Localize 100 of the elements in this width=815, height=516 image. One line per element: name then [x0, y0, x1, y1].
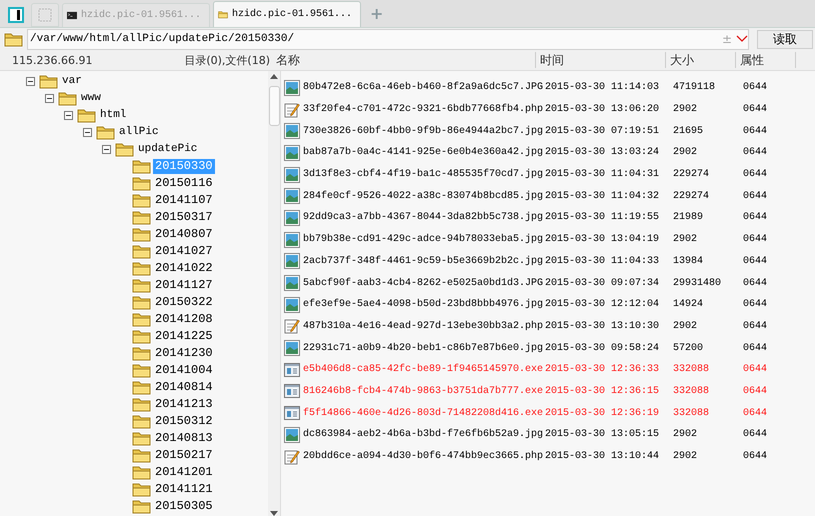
folder-name[interactable]: 20141107: [153, 193, 215, 208]
folder-icon: [96, 125, 115, 140]
folder-name[interactable]: 20141027: [153, 244, 215, 259]
folder-name[interactable]: 20150322: [153, 295, 215, 310]
folder-icon: [132, 346, 151, 361]
folder-icon: [58, 91, 77, 106]
file-time: 2015-03-30 09:07:34: [544, 278, 660, 289]
folder-name[interactable]: 20150116: [153, 176, 215, 191]
file-time: 2015-03-30 12:36:15: [544, 386, 660, 397]
file-attributes: 0644: [743, 147, 768, 158]
folder-name[interactable]: 20140807: [153, 227, 215, 242]
folder-name[interactable]: 20141127: [153, 278, 215, 293]
image-file-icon: [284, 426, 300, 443]
file-attributes: 0644: [743, 190, 768, 202]
folder-name[interactable]: 20140814: [153, 380, 215, 395]
folder-name[interactable]: html: [98, 108, 128, 123]
file-time: 2015-03-30 13:03:24: [544, 147, 660, 158]
column-header[interactable]: 属性: [736, 52, 796, 68]
folder-name[interactable]: 20141213: [153, 397, 215, 412]
file-name[interactable]: efe3ef9e-5ae4-4098-b50d-23bd8bbb4976.jpg: [303, 299, 543, 310]
file-name[interactable]: 5abcf90f-aab3-4cb4-8262-e5025a0bd1d3.JPG: [303, 278, 543, 289]
collapse-icon[interactable]: [64, 111, 73, 120]
column-header[interactable]: 大小: [666, 52, 736, 68]
folder-icon: [132, 159, 151, 174]
folder-name[interactable]: 20141201: [153, 465, 215, 480]
file-name[interactable]: 80b472e8-6c6a-46eb-b460-8f2a9a6dc5c7.JPG: [303, 82, 543, 94]
image-file-icon: [284, 123, 300, 140]
path-field[interactable]: /var/www/html/allPic/updatePic/20150330/ ±: [27, 28, 749, 50]
collapse-icon[interactable]: [26, 77, 35, 86]
host-address: 115.236.66.91: [11, 54, 94, 66]
scrollbar-thumb[interactable]: [269, 86, 280, 126]
terminal-icon: [67, 9, 77, 22]
tab[interactable]: hzidc.pic-01.9561...: [213, 1, 361, 27]
folder-name[interactable]: 20140813: [153, 431, 215, 446]
folder-name[interactable]: 20141230: [153, 346, 215, 361]
program-window-icon: [284, 383, 300, 400]
folder-name[interactable]: allPic: [117, 125, 161, 140]
file-time: 2015-03-30 12:36:19: [544, 408, 660, 419]
file-name[interactable]: 487b310a-4e16-4ead-927d-13ebe30bb3a2.php: [303, 320, 543, 332]
file-time: 2015-03-30 11:04:33: [544, 256, 660, 267]
file-attributes: 0644: [743, 342, 768, 354]
file-name[interactable]: f5f14866-460e-4d26-803d-71482208d416.exe: [303, 408, 543, 419]
file-attributes: 0644: [743, 169, 768, 180]
file-attributes: 0644: [743, 408, 768, 419]
file-name[interactable]: bab87a7b-0a4c-4141-925e-6e0b4e360a42.jpg: [303, 147, 543, 158]
read-button[interactable]: 读取: [757, 30, 813, 48]
image-file-icon: [284, 296, 300, 313]
folder-name[interactable]: 20141225: [153, 329, 215, 344]
image-file-icon: [284, 80, 300, 96]
file-name[interactable]: 730e3826-60bf-4bb0-9f9b-86e4944a2bc7.jpg: [303, 126, 543, 137]
file-name[interactable]: 3d13f8e3-cbf4-4f19-ba1c-485535f70cd7.jpg: [303, 169, 543, 180]
file-name[interactable]: bb79b38e-cd91-429c-adce-94b78033eba5.jpg: [303, 234, 543, 246]
image-file-icon: [284, 340, 300, 356]
file-name[interactable]: 22931c71-a0b9-4b20-beb1-c86b7e87b6e0.jpg: [303, 342, 543, 354]
notepad-pencil-icon: [284, 318, 300, 334]
down-arrow-icon[interactable]: [270, 511, 278, 516]
image-file-icon: [284, 166, 300, 183]
folder-name[interactable]: 20141121: [153, 482, 215, 497]
file-name[interactable]: 20bdd6ce-a094-4d30-b0f6-474bb9ec3665.php: [303, 451, 543, 462]
file-size: 229274: [673, 190, 710, 202]
image-file-icon: [284, 253, 300, 270]
folder-name[interactable]: 20141208: [153, 312, 215, 327]
collapse-icon[interactable]: [83, 128, 92, 137]
up-arrow-icon[interactable]: [270, 74, 278, 79]
folder-name[interactable]: www: [79, 91, 103, 106]
file-name[interactable]: 92dd9ca3-a7bb-4367-8044-3da82bb5c738.jpg: [303, 212, 543, 224]
folder-name[interactable]: 20141022: [153, 261, 215, 276]
folder-name[interactable]: 20150312: [153, 414, 215, 429]
folder-name[interactable]: var: [60, 74, 84, 89]
file-size: 2902: [673, 104, 698, 116]
folder-icon: [132, 227, 151, 242]
folder-name[interactable]: 20150317: [153, 210, 215, 225]
file-size: 2902: [673, 147, 698, 158]
folder-name[interactable]: 20141004: [153, 363, 215, 378]
file-name[interactable]: 2acb737f-348f-4461-9c59-b5e3669b2b2c.jpg: [303, 256, 543, 267]
collapse-icon[interactable]: [45, 94, 54, 103]
file-name[interactable]: dc863984-aeb2-4b6a-b3bd-f7e6fb6b52a9.jpg: [303, 429, 543, 440]
file-size: 2902: [673, 451, 698, 462]
folder-name[interactable]: 20150305: [153, 499, 215, 514]
column-header[interactable]: 时间: [536, 52, 666, 68]
folder-name[interactable]: 20150217: [153, 448, 215, 463]
dropdown-icon[interactable]: [736, 35, 748, 43]
file-name[interactable]: 816246b8-fcb4-474b-9863-b3751da7b777.exe: [303, 386, 543, 397]
file-size: 21695: [673, 126, 704, 137]
file-attributes: 0644: [743, 364, 768, 376]
folder-name[interactable]: updatePic: [136, 142, 200, 157]
file-time: 2015-03-30 09:58:24: [544, 342, 660, 354]
image-file-icon: [284, 275, 300, 292]
file-attributes: 0644: [743, 429, 768, 440]
file-name[interactable]: 284fe0cf-9526-4022-a38c-83074b8bcd85.jpg: [303, 190, 543, 202]
collapse-icon[interactable]: [102, 145, 111, 154]
file-size: 2902: [673, 320, 698, 332]
file-size: 332088: [673, 408, 710, 419]
folder-icon: [132, 312, 151, 327]
file-size: 332088: [673, 364, 710, 376]
file-name[interactable]: e5b406d8-ca85-42fc-be89-1f9465145970.exe: [303, 364, 543, 376]
folder-icon: [132, 482, 151, 497]
column-header[interactable]: 名称: [272, 52, 536, 68]
file-attributes: 0644: [743, 256, 768, 267]
file-name[interactable]: 33f20fe4-c701-472c-9321-6bdb77668fb4.php: [303, 104, 543, 116]
